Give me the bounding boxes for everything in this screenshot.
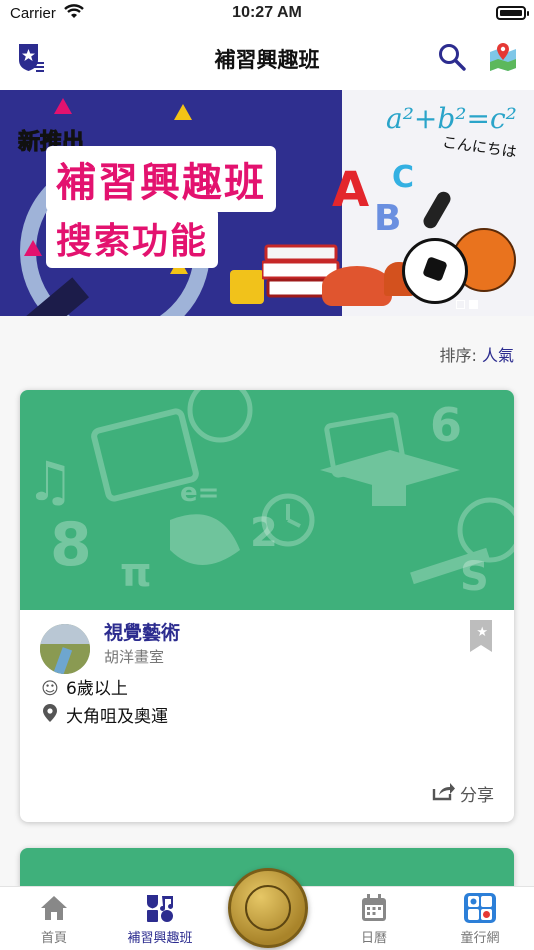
- course-title[interactable]: 視覺藝術: [104, 618, 180, 645]
- tab-network-label: 童行網: [460, 931, 500, 946]
- banner-left-panel: 新推出 補習興趣班 搜索功能: [0, 90, 342, 316]
- tab-network[interactable]: 童行網: [430, 893, 530, 946]
- tab-classes[interactable]: 補習興趣班: [110, 893, 210, 946]
- gold-emblem-icon: [245, 885, 291, 931]
- status-time: 10:27 AM: [232, 4, 302, 21]
- banner-headline: 補習興趣班: [46, 146, 276, 212]
- doodle-glyph: ♫: [26, 450, 75, 513]
- center-action-button[interactable]: [228, 868, 308, 948]
- letter-b-graphic: B: [374, 198, 402, 239]
- class-icon: [147, 895, 174, 922]
- status-bar: Carrier 10:27 AM: [0, 0, 534, 28]
- child-face-icon: ☺: [41, 679, 59, 699]
- school-avatar[interactable]: [40, 624, 90, 674]
- doodle-glyph: 8: [50, 510, 92, 580]
- doodle-glyph: S: [460, 554, 489, 600]
- letter-c-graphic: C: [392, 160, 415, 195]
- location-pin-icon: [40, 704, 60, 727]
- confetti-shape: [24, 240, 42, 256]
- confetti-shape: [174, 104, 192, 120]
- doodle-glyph: 2: [250, 510, 278, 556]
- course-cover-image: 8 6 2 e= π ♫ S: [20, 390, 514, 610]
- share-icon: [432, 781, 456, 806]
- letter-a-graphic: A: [332, 162, 370, 218]
- course-card-body: 視覺藝術 胡洋畫室 ★ ☺ 6歲以上 大角咀及奧運 分享: [20, 610, 514, 822]
- bookmark-star-icon: ★: [476, 625, 488, 640]
- doodle-glyph: π: [120, 550, 152, 596]
- banner-subheadline: 搜索功能: [46, 208, 219, 268]
- share-button[interactable]: 分享: [432, 781, 494, 806]
- location-value: 大角咀及奧運: [66, 707, 168, 727]
- home-icon: [41, 896, 67, 920]
- sort-value[interactable]: 人氣: [482, 346, 514, 365]
- confetti-shape: [54, 98, 72, 114]
- battery-icon: [496, 6, 529, 20]
- page-dot-active[interactable]: [469, 300, 478, 309]
- app-header: 補習興趣班: [0, 28, 534, 90]
- tab-calendar-label: 日曆: [360, 931, 387, 946]
- age-row: ☺ 6歲以上: [40, 674, 128, 699]
- location-row: 大角咀及奧運: [40, 702, 168, 727]
- pie-graphic: [322, 266, 392, 306]
- tab-home-label: 首頁: [40, 931, 67, 946]
- doodle-glyph: 6: [430, 398, 463, 452]
- pencil-cup-graphic: [230, 270, 264, 304]
- course-card[interactable]: 8 6 2 e= π ♫ S 視覺藝術 胡洋畫室 ★ ☺ 6歲以上 大角咀及奧運 …: [20, 390, 514, 822]
- school-name: 胡洋畫室: [104, 648, 165, 666]
- calendar-icon: [362, 894, 386, 921]
- age-value: 6歲以上: [66, 679, 128, 699]
- math-formula-graphic: a²+b²=c²: [386, 102, 517, 135]
- page-dot[interactable]: [456, 300, 465, 309]
- tab-home[interactable]: 首頁: [4, 893, 104, 946]
- network-icon: [464, 893, 496, 923]
- search-icon[interactable]: [438, 43, 466, 71]
- map-pin-icon[interactable]: [488, 42, 518, 72]
- tab-classes-label: 補習興趣班: [127, 931, 193, 946]
- sort-label: 排序:: [439, 346, 477, 365]
- sort-control[interactable]: 排序: 人氣: [439, 342, 514, 366]
- doodle-glyph: e=: [180, 478, 220, 508]
- share-label: 分享: [460, 786, 494, 806]
- banner-page-indicator[interactable]: [456, 294, 496, 309]
- tab-calendar[interactable]: 日曆: [324, 893, 424, 946]
- promo-banner[interactable]: 新推出 補習興趣班 搜索功能 a²+b²=c² こんにちは A C B: [0, 90, 534, 316]
